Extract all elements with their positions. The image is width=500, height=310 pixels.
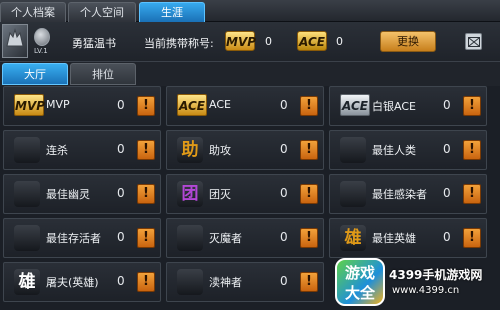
consecutive-kill-icon (14, 137, 40, 163)
achievement-count: 0 (280, 274, 288, 288)
tab-career[interactable]: 生涯 (139, 2, 205, 22)
achievement-label: 最佳英雄 (372, 232, 416, 245)
achievement-cell: 灭魔者 0! (166, 218, 324, 258)
info-exclamation-icon[interactable]: ! (463, 184, 481, 204)
assist-icon: 助 (177, 137, 203, 163)
mvp-badge-icon: MVP (225, 31, 256, 51)
info-exclamation-icon[interactable]: ! (137, 272, 155, 292)
achievement-label: 白银ACE (372, 100, 416, 113)
achievement-count: 0 (117, 142, 125, 156)
close-mail-icon[interactable] (465, 33, 482, 50)
ace-badge-icon: ACE (177, 94, 207, 116)
avatar (2, 24, 28, 58)
rank-medal-icon (34, 28, 50, 46)
achievement-count: 0 (280, 142, 288, 156)
watermark-logo: 游戏 大全 (335, 258, 385, 306)
info-exclamation-icon[interactable]: ! (137, 228, 155, 248)
achievement-count: 0 (117, 230, 125, 244)
achievement-label: MVP (46, 98, 70, 111)
watermark-logo-line1: 游戏 (344, 264, 375, 282)
achievement-cell: MVP MVP 0! (3, 86, 161, 126)
achievement-cell: ACE ACE 0! (166, 86, 324, 126)
achievement-label: ACE (209, 98, 231, 111)
achievement-cell: 连杀 0! (3, 130, 161, 170)
skull-icon (14, 181, 40, 207)
info-exclamation-icon[interactable]: ! (137, 96, 155, 116)
demon-slayer-icon (177, 225, 203, 251)
silver-ace-badge-icon: ACE (340, 94, 370, 116)
subtab-lobby[interactable]: 大厅 (2, 63, 68, 85)
top-tab-bar: 个人档案 个人空间 生涯 (0, 0, 500, 22)
info-exclamation-icon[interactable]: ! (463, 96, 481, 116)
info-exclamation-icon[interactable]: ! (300, 228, 318, 248)
achievement-cell: 团团灭 0! (166, 174, 324, 214)
butcher-hero-icon: 雄 (14, 269, 40, 295)
achievement-count: 0 (117, 186, 125, 200)
switch-title-button[interactable]: 更换 (380, 31, 436, 52)
info-exclamation-icon[interactable]: ! (300, 140, 318, 160)
ace-badge-icon: ACE (297, 31, 327, 51)
achievement-count: 0 (117, 274, 125, 288)
info-exclamation-icon[interactable]: ! (300, 184, 318, 204)
god-slayer-icon (177, 269, 203, 295)
info-exclamation-icon[interactable]: ! (463, 140, 481, 160)
achievement-label: 灭魔者 (209, 232, 242, 245)
watermark-logo-line2: 大全 (344, 284, 375, 302)
info-exclamation-icon[interactable]: ! (137, 140, 155, 160)
player-level: LV.1 (34, 47, 48, 55)
achievement-cell: 最佳感染者 0! (329, 174, 487, 214)
achievement-cell: 雄屠夫(英雄) 0! (3, 262, 161, 302)
ace-title-count: 0 (336, 35, 343, 48)
achievement-label: 屠夫(英雄) (46, 276, 99, 289)
achievement-cell: 最佳存活者 0! (3, 218, 161, 258)
achievement-cell: 助助攻 0! (166, 130, 324, 170)
achievement-count: 0 (443, 98, 451, 112)
achievement-count: 0 (117, 98, 125, 112)
best-hero-icon: 雄 (340, 225, 366, 251)
best-human-icon (340, 137, 366, 163)
achievement-count: 0 (443, 230, 451, 244)
sub-tab-bar: 大厅 排位 (0, 62, 500, 86)
achievement-label: 最佳人类 (372, 144, 416, 157)
achievement-label: 最佳幽灵 (46, 188, 90, 201)
achievement-cell: 最佳幽灵 0! (3, 174, 161, 214)
subtab-ranked[interactable]: 排位 (70, 63, 136, 85)
team-wipe-icon: 团 (177, 181, 203, 207)
achievement-count: 0 (443, 186, 451, 200)
achievement-label: 助攻 (209, 144, 231, 157)
watermark-url: www.4399.cn (392, 285, 460, 296)
achievement-count: 0 (280, 230, 288, 244)
achievement-cell: 雄最佳英雄 0! (329, 218, 487, 258)
achievement-count: 0 (280, 98, 288, 112)
current-title-label: 当前携带称号: (144, 37, 214, 50)
mvp-badge-icon: MVP (14, 94, 45, 116)
achievement-label: 最佳感染者 (372, 188, 427, 201)
survivor-fist-icon (14, 225, 40, 251)
achievement-cell: 渎神者 0! (166, 262, 324, 302)
achievement-label: 连杀 (46, 144, 68, 157)
tab-personal-profile[interactable]: 个人档案 (0, 2, 66, 22)
watermark-text: 4399手机游戏网 (389, 268, 483, 282)
achievement-label: 渎神者 (209, 276, 242, 289)
player-nickname: 勇猛温书 (72, 37, 116, 50)
info-exclamation-icon[interactable]: ! (463, 228, 481, 248)
achievement-label: 团灭 (209, 188, 231, 201)
tab-personal-space[interactable]: 个人空间 (68, 2, 136, 22)
info-exclamation-icon[interactable]: ! (300, 96, 318, 116)
info-exclamation-icon[interactable]: ! (137, 184, 155, 204)
wolf-avatar-icon (6, 28, 24, 47)
achievement-cell: 最佳人类 0! (329, 130, 487, 170)
achievement-cell: ACE 白银ACE 0! (329, 86, 487, 126)
achievement-label: 最佳存活者 (46, 232, 101, 245)
mvp-title-count: 0 (265, 35, 272, 48)
achievement-count: 0 (280, 186, 288, 200)
biohazard-icon (340, 181, 366, 207)
info-exclamation-icon[interactable]: ! (300, 272, 318, 292)
achievement-count: 0 (443, 142, 451, 156)
